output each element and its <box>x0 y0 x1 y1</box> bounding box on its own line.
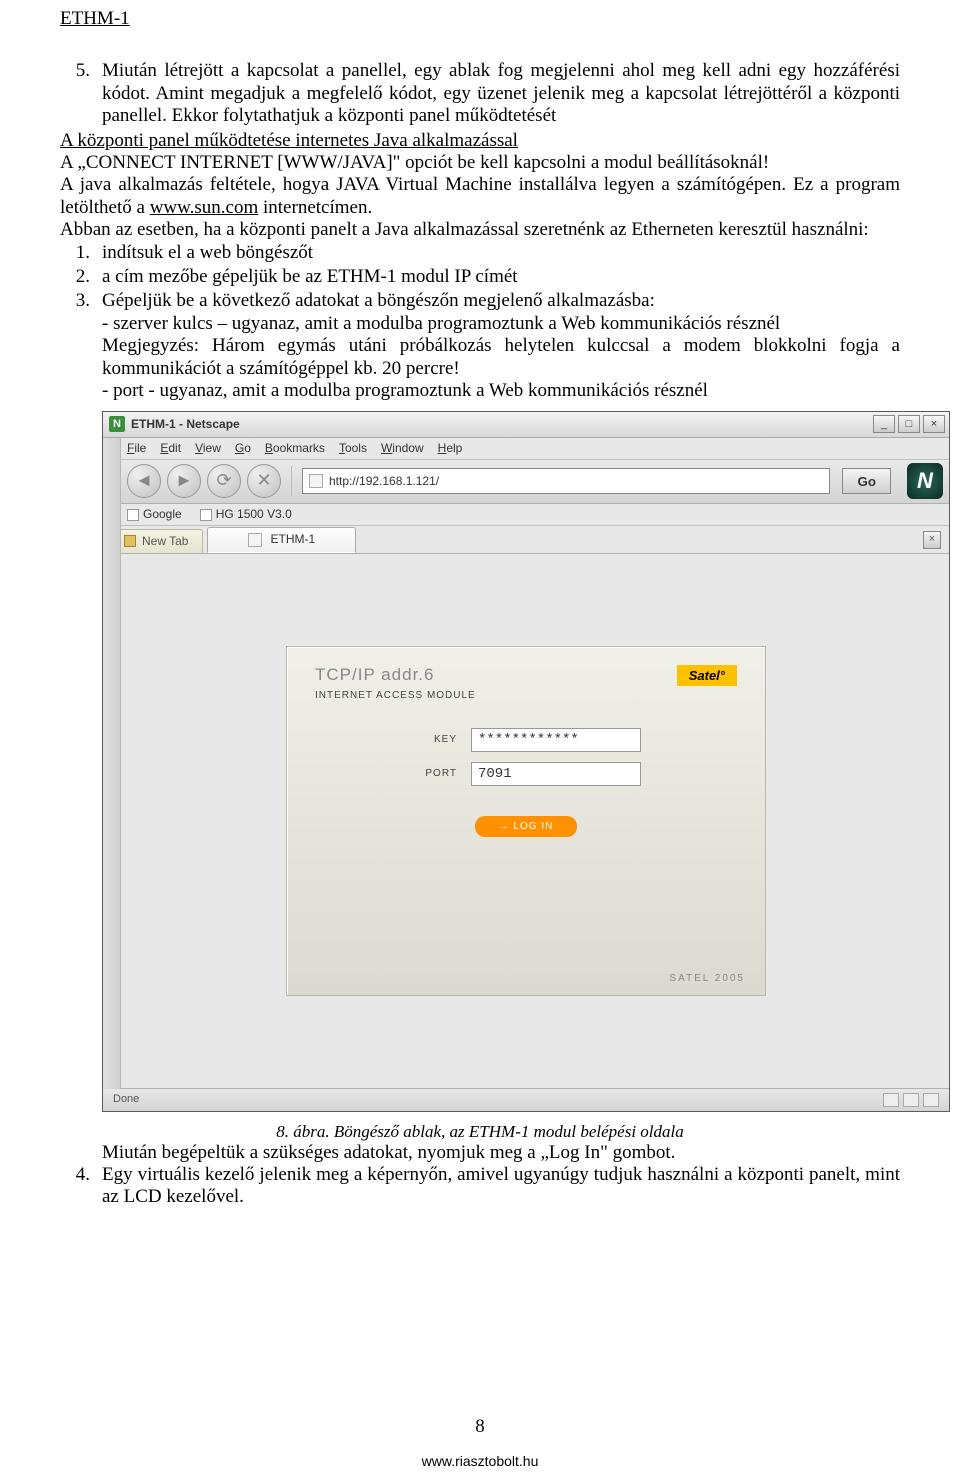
menu-go[interactable]: Go <box>235 441 251 455</box>
port-label: PORT <box>411 768 471 780</box>
left-strip <box>103 438 121 1089</box>
paragraph-java-2: A java alkalmazás feltétele, hogya JAVA … <box>60 174 900 219</box>
maximize-button[interactable]: □ <box>898 415 920 433</box>
sub3-line3: - port - ugyanaz, amit a modulba program… <box>102 380 900 402</box>
sub1-text: indítsuk el a web böngészőt <box>102 242 900 264</box>
list-text-5: Miután létrejött a kapcsolat a panellel,… <box>102 60 900 127</box>
title-bar: N ETHM-1 - Netscape _ □ × <box>103 412 949 438</box>
list-number-4: 4. <box>60 1164 102 1209</box>
tab-page-icon <box>248 533 262 547</box>
toolbar-divider <box>291 466 292 496</box>
paragraph-java-1: A „CONNECT INTERNET [WWW/JAVA]" opciót b… <box>60 152 900 174</box>
heading-java: A központi panel működtetése internetes … <box>60 130 900 152</box>
close-button[interactable]: × <box>923 415 945 433</box>
login-button[interactable]: → LOG IN <box>475 816 578 837</box>
status-icon-3 <box>923 1093 939 1107</box>
bookmark-hg1500[interactable]: HG 1500 V3.0 <box>200 507 292 521</box>
page-number: 8 <box>0 1416 960 1438</box>
doc-header: ETHM-1 <box>60 0 900 60</box>
menu-bar: File Edit View Go Bookmarks Tools Window… <box>103 438 949 460</box>
tab-label: ETHM-1 <box>270 532 315 546</box>
browser-content: TCP/IP addr.6 Satel° INTERNET ACCESS MOD… <box>103 554 949 1089</box>
bookmark-google[interactable]: Google <box>127 507 182 521</box>
tab-ethm1[interactable]: ETHM-1 <box>207 527 356 553</box>
page-icon <box>309 474 323 488</box>
status-text: Done <box>113 1093 139 1106</box>
url-text: http://192.168.1.121/ <box>329 474 439 488</box>
bookmark-icon <box>127 509 139 521</box>
go-button[interactable]: Go <box>842 468 891 494</box>
applet-subtitle: INTERNET ACCESS MODULE <box>287 690 765 718</box>
tab-bar: New Tab ETHM-1 × <box>103 526 949 554</box>
menu-edit[interactable]: Edit <box>160 441 181 455</box>
sub2-num: 2. <box>60 266 102 288</box>
sub3-num: 3. <box>60 290 102 402</box>
satel-logo: Satel° <box>677 665 737 686</box>
url-input[interactable]: http://192.168.1.121/ <box>302 468 830 494</box>
stop-button[interactable]: ✕ <box>247 464 281 498</box>
sub1-num: 1. <box>60 242 102 264</box>
netscape-logo: N <box>907 463 943 499</box>
nav-bar: ◄ ► ⟳ ✕ http://192.168.1.121/ Go N <box>103 460 949 504</box>
applet-footer: SATEL 2005 <box>669 973 745 985</box>
menu-window[interactable]: Window <box>381 441 424 455</box>
status-icon-2 <box>903 1093 919 1107</box>
para-java-2b: internetcímen. <box>258 197 372 218</box>
tab-close-button[interactable]: × <box>923 531 941 549</box>
minimize-button[interactable]: _ <box>873 415 895 433</box>
sub3-line2: Megjegyzés: Három egymás utáni próbálkoz… <box>102 335 900 380</box>
key-label: KEY <box>411 734 471 746</box>
document-content: 5. Miután létrejött a kapcsolat a panell… <box>60 60 900 1208</box>
new-tab-button[interactable]: New Tab <box>109 529 203 553</box>
sub3-text: Gépeljük be a következő adatokat a böngé… <box>102 290 900 402</box>
new-tab-label: New Tab <box>142 534 188 548</box>
reload-button[interactable]: ⟳ <box>207 464 241 498</box>
bookmark-icon <box>200 509 212 521</box>
login-applet: TCP/IP addr.6 Satel° INTERNET ACCESS MOD… <box>286 646 766 996</box>
figure-caption: 8. ábra. Böngésző ablak, az ETHM-1 modul… <box>60 1122 900 1142</box>
status-bar: Done <box>103 1089 949 1111</box>
link-sun: www.sun.com <box>150 197 259 218</box>
menu-file[interactable]: File <box>127 441 146 455</box>
forward-button[interactable]: ► <box>167 464 201 498</box>
after-figure-text: Miután begépeltük a szükséges adatokat, … <box>60 1142 900 1164</box>
window-title: ETHM-1 - Netscape <box>131 417 873 431</box>
menu-view[interactable]: View <box>195 441 221 455</box>
applet-title: TCP/IP addr.6 <box>315 665 434 685</box>
key-input[interactable] <box>471 728 641 752</box>
footer-url: www.riasztobolt.hu <box>0 1453 960 1470</box>
sub2-text: a cím mezőbe gépeljük be az ETHM-1 modul… <box>102 266 900 288</box>
port-input[interactable] <box>471 762 641 786</box>
browser-window: N ETHM-1 - Netscape _ □ × File Edit View… <box>102 411 950 1112</box>
sub3-line1: - szerver kulcs – ugyanaz, amit a modulb… <box>102 313 900 335</box>
new-tab-icon <box>124 535 136 547</box>
list-text-4: Egy virtuális kezelő jelenik meg a képer… <box>102 1164 900 1209</box>
netscape-icon: N <box>109 416 125 432</box>
sub3-intro: Gépeljük be a következő adatokat a böngé… <box>102 290 900 312</box>
menu-tools[interactable]: Tools <box>339 441 367 455</box>
bookmark-bar: Google HG 1500 V3.0 <box>103 504 949 526</box>
paragraph-java-3: Abban az esetben, ha a központi panelt a… <box>60 219 900 241</box>
list-number-5: 5. <box>60 60 102 127</box>
status-icon-1 <box>883 1093 899 1107</box>
back-button[interactable]: ◄ <box>127 464 161 498</box>
menu-bookmarks[interactable]: Bookmarks <box>265 441 325 455</box>
menu-help[interactable]: Help <box>438 441 463 455</box>
